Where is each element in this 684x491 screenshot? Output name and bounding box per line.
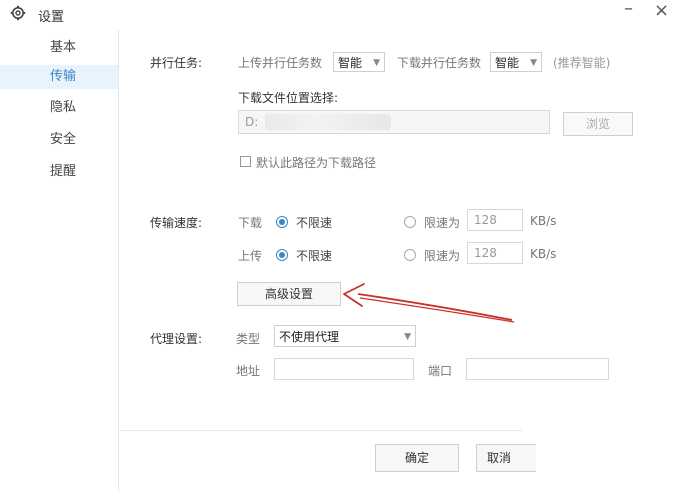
download-limit-radio[interactable] [404,216,416,228]
proxy-type-label: 类型 [236,332,261,346]
proxy-address-input[interactable] [274,358,414,380]
proxy-port-input[interactable] [466,358,609,380]
upload-limit-input[interactable]: 128 [467,242,523,264]
proxy-settings-label: 代理设置: [150,332,203,346]
parallel-tasks-label: 并行任务: [150,56,203,70]
proxy-port-label: 端口 [428,364,453,378]
download-path-value: D: [245,115,259,129]
chevron-down-icon: ▼ [373,58,380,68]
sidebar-item-basic[interactable]: 基本 [0,36,118,60]
close-button[interactable]: × [654,0,669,21]
upload-unlimited-label: 不限速 [296,249,333,263]
sidebar: 基本 传输 隐私 安全 提醒 [0,30,118,491]
upload-unlimited-radio[interactable] [276,249,288,261]
sidebar-item-label: 隐私 [50,100,77,115]
proxy-address-label: 地址 [236,364,261,378]
proxy-type-select[interactable]: 不使用代理 ▼ [274,325,416,347]
cancel-button[interactable]: 取消 [476,444,536,472]
sidebar-item-reminder[interactable]: 提醒 [0,160,118,184]
redacted-path [265,114,391,130]
annotation-arrow [343,283,515,323]
window-title: 设置 [38,10,65,25]
footer-divider [120,430,522,431]
sidebar-item-label: 安全 [50,132,77,147]
download-parallel-select[interactable]: 智能 ▼ [490,52,542,72]
sidebar-item-label: 提醒 [50,164,77,179]
download-speed-unit: KB/s [530,214,557,228]
proxy-type-value: 不使用代理 [279,330,340,344]
upload-limit-radio[interactable] [404,249,416,261]
chevron-down-icon: ▼ [530,58,537,68]
download-unlimited-label: 不限速 [296,216,333,230]
download-limit-input[interactable]: 128 [467,209,523,231]
default-path-checkbox[interactable] [240,156,251,167]
transfer-speed-label: 传输速度: [150,216,203,230]
download-parallel-label: 下载并行任务数 [397,56,482,70]
title-bar: 设置 – × [0,0,684,28]
upload-parallel-value: 智能 [338,56,363,70]
gear-icon [10,5,26,21]
upload-parallel-select[interactable]: 智能 ▼ [333,52,385,72]
chevron-down-icon: ▼ [404,332,411,342]
default-path-checkbox-label: 默认此路径为下载路径 [256,156,377,170]
browse-button[interactable]: 浏览 [563,112,633,136]
sidebar-item-label: 传输 [50,69,77,84]
download-limit-label: 限速为 [424,216,461,230]
upload-limit-label: 限速为 [424,249,461,263]
sidebar-item-label: 基本 [50,40,77,55]
upload-speed-label: 上传 [238,249,263,263]
parallel-hint: (推荐智能) [553,56,611,70]
download-limit-value: 128 [474,213,497,227]
minimize-button[interactable]: – [624,0,633,19]
upload-speed-unit: KB/s [530,247,557,261]
download-unlimited-radio[interactable] [276,216,288,228]
download-speed-label: 下载 [238,216,263,230]
ok-button[interactable]: 确定 [375,444,459,472]
download-parallel-value: 智能 [495,56,520,70]
upload-parallel-label: 上传并行任务数 [238,56,323,70]
settings-panel [118,30,684,491]
sidebar-item-security[interactable]: 安全 [0,128,118,152]
advanced-settings-button[interactable]: 高级设置 [237,282,341,306]
sidebar-item-privacy[interactable]: 隐私 [0,96,118,120]
upload-limit-value: 128 [474,246,497,260]
sidebar-item-transfer[interactable]: 传输 [0,65,118,89]
download-path-label: 下载文件位置选择: [238,91,339,105]
